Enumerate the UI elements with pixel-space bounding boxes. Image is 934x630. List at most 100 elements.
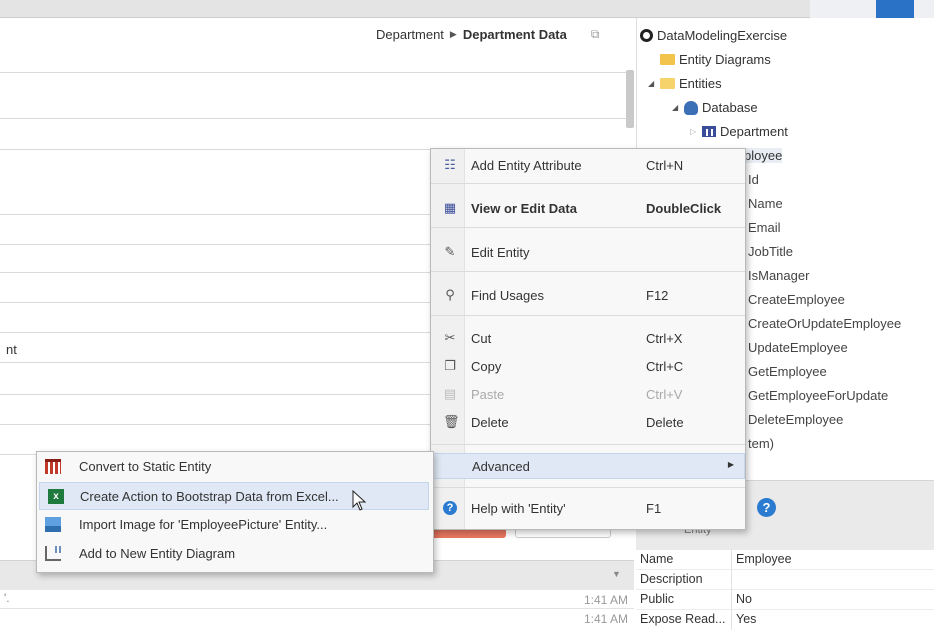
menu-item-find-usages[interactable]: ⚲ Find Usages F12: [431, 283, 745, 309]
top-toolbar: [0, 0, 810, 18]
expanded-triangle-icon[interactable]: ◢: [672, 103, 680, 112]
submenu-item-add-diagram[interactable]: Add to New Entity Diagram: [37, 540, 433, 568]
context-menu: ☷ Add Entity Attribute Ctrl+N ▦ View or …: [430, 148, 746, 530]
tree-item-action[interactable]: GetEmployee: [748, 364, 827, 379]
breadcrumb-current: Department Data: [462, 26, 567, 42]
property-row[interactable]: Expose Read... Yes: [636, 610, 934, 630]
menu-item-copy[interactable]: ❐ Copy Ctrl+C: [431, 354, 745, 380]
property-name: Public: [640, 592, 675, 606]
menu-item-label: Edit Entity: [471, 245, 530, 260]
grid-row-divider: [0, 72, 626, 73]
tree-item-action[interactable]: CreateEmployee: [748, 292, 845, 307]
tree-item-attribute[interactable]: Id: [748, 172, 759, 187]
property-name: Name: [640, 552, 674, 566]
menu-item-view-edit-data[interactable]: ▦ View or Edit Data DoubleClick: [431, 196, 745, 222]
tree-item-database[interactable]: ◢ Database: [672, 100, 758, 115]
advanced-submenu: Convert to Static Entity x Create Action…: [36, 451, 434, 573]
copy-icon: ❐: [444, 358, 456, 373]
image-icon: [45, 517, 61, 532]
tree-item-root[interactable]: DataModelingExercise: [640, 28, 787, 43]
menu-item-shortcut: Ctrl+V: [646, 387, 683, 402]
static-entity-icon: [45, 459, 61, 474]
submenu-item-import-image[interactable]: Import Image for 'EmployeePicture' Entit…: [37, 511, 433, 539]
menu-item-shortcut: Ctrl+N: [646, 158, 684, 173]
output-row-time: 1:41 AM: [583, 612, 628, 626]
property-divider: [731, 610, 732, 630]
property-value[interactable]: Yes: [736, 612, 756, 626]
open-folder-icon: [660, 78, 675, 89]
scissors-icon: ✂: [444, 330, 456, 345]
vertical-scrollbar[interactable]: [626, 70, 634, 128]
menu-item-label: Cut: [471, 331, 492, 346]
magnifier-icon: ⚲: [445, 287, 455, 302]
property-row[interactable]: Name Employee: [636, 550, 934, 570]
menu-item-advanced[interactable]: Advanced ▶: [431, 453, 745, 479]
property-row[interactable]: Public No: [636, 590, 934, 610]
pencil-icon: ✎: [444, 244, 456, 259]
tree-item-label: Entities: [679, 76, 722, 91]
property-row[interactable]: Description: [636, 570, 934, 590]
menu-item-label: Copy: [471, 359, 502, 374]
grid-cell-text: nt: [6, 342, 17, 357]
tree-item-label: ployee: [744, 148, 783, 163]
accent-button[interactable]: [876, 0, 914, 18]
submenu-item-bootstrap-excel[interactable]: x Create Action to Bootstrap Data from E…: [39, 482, 429, 510]
expanded-triangle-icon[interactable]: ◢: [648, 79, 656, 88]
trash-icon: 🗑: [443, 414, 460, 429]
diagram-icon: [45, 546, 61, 561]
database-icon: [684, 100, 698, 115]
breadcrumb-parent[interactable]: Department: [376, 27, 444, 42]
menu-separator: [431, 271, 745, 272]
tree-item-label: Database: [702, 100, 758, 115]
tree-item-employee[interactable]: ployee: [744, 148, 783, 163]
menu-item-add-entity-attribute[interactable]: ☷ Add Entity Attribute Ctrl+N: [431, 153, 745, 179]
tree-item-label: Entity Diagrams: [679, 52, 771, 67]
tree-item-attribute[interactable]: Email: [748, 220, 781, 235]
submenu-item-label: Import Image for 'EmployeePicture' Entit…: [79, 517, 328, 532]
submenu-arrow-icon: ▶: [727, 460, 734, 469]
property-value[interactable]: No: [736, 592, 752, 606]
menu-item-cut[interactable]: ✂ Cut Ctrl+X: [431, 326, 745, 352]
breadcrumb-separator-icon: ▶: [449, 28, 457, 39]
breadcrumb: Department ▶ Department Data ⧉: [376, 24, 632, 44]
top-right-toolbar: [810, 0, 934, 18]
menu-item-label: View or Edit Data: [471, 201, 577, 216]
tree-item-entity-diagrams[interactable]: Entity Diagrams: [660, 52, 771, 67]
menu-item-label: Help with 'Entity': [471, 501, 566, 516]
menu-item-shortcut: F12: [646, 288, 669, 303]
property-divider: [731, 550, 732, 570]
menu-item-label: Add Entity Attribute: [471, 158, 582, 173]
menu-item-label: Delete: [471, 415, 509, 430]
help-icon[interactable]: ?: [757, 498, 776, 517]
menu-item-paste[interactable]: ▤ Paste Ctrl+V: [431, 382, 745, 408]
menu-item-edit-entity[interactable]: ✎ Edit Entity: [431, 240, 745, 266]
tree-item-department[interactable]: ▷ Department: [690, 124, 788, 139]
tree-item-action[interactable]: DeleteEmployee: [748, 412, 843, 427]
folder-icon: [660, 54, 675, 65]
menu-item-delete[interactable]: 🗑 Delete Delete: [431, 410, 745, 436]
tree-item-attribute[interactable]: Name: [748, 196, 783, 211]
mouse-cursor-icon: [352, 490, 367, 511]
tree-item-action[interactable]: GetEmployeeForUpdate: [748, 388, 888, 403]
tree-item-action[interactable]: CreateOrUpdateEmployee: [748, 316, 901, 331]
submenu-item-label: Convert to Static Entity: [79, 459, 212, 474]
collapsed-triangle-icon[interactable]: ▷: [690, 127, 698, 136]
menu-separator: [431, 487, 745, 488]
menu-item-shortcut: Ctrl+X: [646, 331, 683, 346]
property-value[interactable]: Employee: [736, 552, 792, 566]
collapse-arrow-icon[interactable]: ▼: [612, 569, 621, 579]
menu-item-label: Advanced: [472, 459, 530, 474]
menu-item-shortcut: DoubleClick: [646, 201, 722, 216]
tree-item-attribute[interactable]: JobTitle: [748, 244, 793, 259]
tree-item-action[interactable]: UpdateEmployee: [748, 340, 848, 355]
menu-separator: [431, 444, 745, 445]
module-icon: [640, 29, 653, 42]
menu-item-help[interactable]: ? Help with 'Entity' F1: [431, 496, 745, 522]
tree-item-partial[interactable]: tem): [748, 436, 774, 451]
property-divider: [731, 570, 732, 590]
open-external-icon[interactable]: ⧉: [591, 27, 600, 42]
submenu-item-convert-static[interactable]: Convert to Static Entity: [37, 453, 433, 481]
submenu-item-label: Create Action to Bootstrap Data from Exc…: [80, 489, 339, 504]
tree-item-entities[interactable]: ◢ Entities: [648, 76, 722, 91]
tree-item-attribute[interactable]: IsManager: [748, 268, 809, 283]
